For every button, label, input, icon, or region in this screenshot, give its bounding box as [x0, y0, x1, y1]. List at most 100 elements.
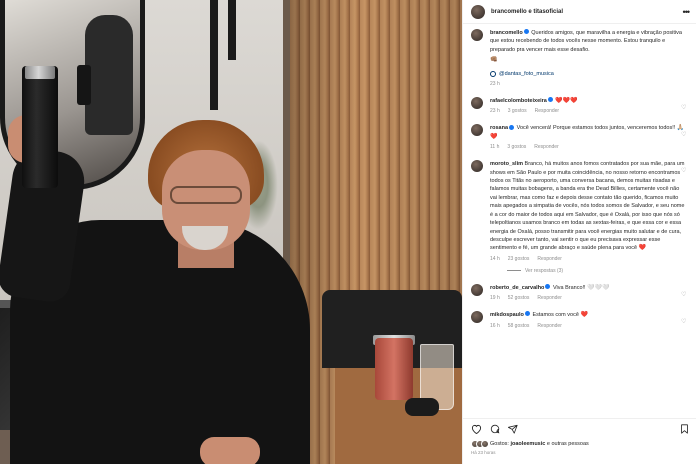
- comment-reply-button[interactable]: Responder: [537, 295, 561, 301]
- caption-username[interactable]: brancomello: [490, 30, 523, 36]
- comment-body: rafaelcolomboteixeira ❤️❤️❤️ 23 h 3 gost…: [490, 97, 686, 114]
- comment-likes[interactable]: 23 gostos: [508, 256, 530, 262]
- comment-like-icon[interactable]: ♡: [681, 319, 687, 325]
- comment-time: 19 h: [490, 295, 500, 302]
- author-names[interactable]: brancomello e titasoficial: [491, 9, 563, 15]
- likes-user[interactable]: joaoleemusic: [510, 441, 545, 447]
- photo-ashtray: [405, 398, 439, 416]
- caption-meta: 23 h: [490, 81, 686, 87]
- caption-emoji: 👊🏽: [490, 57, 498, 64]
- comment-body: roberto_de_carvalho Viva Branco!! 🤍🤍🤍 19…: [490, 284, 686, 301]
- comment-like-icon[interactable]: ♡: [681, 168, 687, 174]
- likes-suffix[interactable]: e outras pessoas: [547, 441, 589, 447]
- comments-list[interactable]: brancomello Queridos amigos, que maravil…: [463, 25, 696, 418]
- comment-avatar[interactable]: [471, 97, 483, 110]
- comment-reply-button[interactable]: Responder: [537, 256, 561, 262]
- comment-body: mikdospaulo Estamos com você ❤️ 16 h 58 …: [490, 311, 686, 329]
- share-icon[interactable]: [508, 424, 518, 437]
- comment-time: 16 h: [490, 322, 500, 329]
- comment-time: 14 h: [490, 255, 500, 262]
- caption-tag-row: @dantas_foto_musica: [490, 70, 686, 78]
- comment-hearts: ❤️: [638, 245, 647, 252]
- comment-text: Estamos com você: [532, 312, 579, 319]
- comment-body: rosana Você vencerá! Porque estamos todo…: [490, 124, 686, 150]
- comment-body: moroto_slim Branco, há muitos anos fomos…: [490, 160, 686, 261]
- post-actions: Gostos: joaoleemusic e outras pessoas Há…: [463, 418, 696, 464]
- caption-time: 23 h: [490, 81, 500, 88]
- photo-shelf-post: [228, 0, 236, 60]
- post-header: brancomello e titasoficial •••: [463, 0, 696, 24]
- comment-avatar[interactable]: [471, 283, 483, 296]
- comment-meta: 11 h 3 gostos Responder: [490, 144, 686, 150]
- likes-prefix: Gostos:: [490, 441, 509, 447]
- tag-icon: [490, 70, 496, 77]
- comment-like-icon[interactable]: ♡: [681, 132, 687, 138]
- comment: mikdospaulo Estamos com você ❤️ 16 h 58 …: [471, 311, 689, 329]
- comment-username[interactable]: moroto_slim: [490, 161, 523, 167]
- more-options-icon[interactable]: •••: [683, 7, 691, 17]
- verified-badge-icon: [509, 124, 515, 130]
- comment-username[interactable]: rosana: [490, 125, 508, 131]
- comment: moroto_slim Branco, há muitos anos fomos…: [471, 160, 689, 262]
- comment-avatar[interactable]: [471, 311, 483, 324]
- comment-meta: 19 h 52 gostos Responder: [490, 295, 686, 301]
- caption-avatar[interactable]: [471, 29, 483, 41]
- view-replies-button[interactable]: Ver respostas (3): [507, 268, 689, 274]
- action-icons: [471, 423, 689, 437]
- post-photo[interactable]: [0, 0, 462, 464]
- comment-meta: 16 h 58 gostos Responder: [490, 323, 686, 329]
- photo-mirror-bottle: [77, 65, 91, 105]
- author-avatar[interactable]: [471, 4, 485, 19]
- comment-like-icon[interactable]: ♡: [681, 105, 687, 111]
- heart-outline-icon[interactable]: [471, 424, 482, 437]
- comment-username[interactable]: mikdospaulo: [490, 312, 524, 318]
- comment-text: Viva Branco!!: [552, 284, 586, 291]
- comment-avatar[interactable]: [471, 124, 483, 137]
- photo-shelf-post: [210, 0, 218, 110]
- view-replies-label[interactable]: Ver respostas (3): [525, 268, 563, 274]
- photo-mirror-reflection: [85, 15, 133, 135]
- comment-likes[interactable]: 58 gostos: [508, 323, 530, 329]
- caption-body: brancomello Queridos amigos, que maravil…: [490, 29, 686, 87]
- likes-summary[interactable]: Gostos: joaoleemusic e outras pessoas: [471, 440, 689, 448]
- comment-hearts: ❤️: [580, 312, 588, 319]
- bookmark-icon[interactable]: [680, 423, 689, 437]
- comment: roberto_de_carvalho Viva Branco!! 🤍🤍🤍 19…: [471, 283, 689, 301]
- comment-username[interactable]: rafaelcolomboteixeira: [490, 98, 547, 104]
- comment-text: Você vencerá! Porque estamos todos junto…: [516, 125, 676, 132]
- comment-username[interactable]: roberto_de_carvalho: [490, 285, 544, 291]
- comment-likes[interactable]: 3 gostos: [508, 108, 527, 114]
- photo-lower-hand: [200, 437, 260, 464]
- likers-avatars: [471, 440, 489, 448]
- liker-avatar: [481, 440, 489, 448]
- comment-likes[interactable]: 52 gostos: [508, 295, 530, 301]
- comment-hearts: 🤍🤍🤍: [587, 284, 610, 291]
- verified-badge-icon: [523, 29, 529, 35]
- caption: brancomello Queridos amigos, que maravil…: [471, 29, 689, 87]
- comment-hearts: ❤️❤️❤️: [555, 98, 578, 105]
- comment: rosana Você vencerá! Porque estamos todo…: [471, 124, 689, 150]
- comment-time: 11 h: [490, 144, 500, 151]
- comment-reply-button[interactable]: Responder: [537, 323, 561, 329]
- replies-line: [507, 270, 521, 272]
- post-side-panel: brancomello e titasoficial ••• brancomel…: [462, 0, 696, 464]
- caption-tag[interactable]: @dantas_foto_musica: [499, 70, 554, 78]
- photo-bottle-cap: [25, 66, 55, 79]
- comment-text: Branco, há muitos anos fomos contratados…: [490, 161, 685, 252]
- comment-reply-button[interactable]: Responder: [535, 108, 559, 114]
- verified-badge-icon: [545, 284, 551, 290]
- verified-badge-icon: [524, 311, 530, 317]
- photo-bottle: [22, 66, 58, 188]
- comment-time: 23 h: [490, 108, 500, 115]
- comment-icon[interactable]: [490, 424, 500, 437]
- verified-badge-icon: [547, 97, 553, 103]
- comment-meta: 23 h 3 gostos Responder: [490, 108, 686, 114]
- comment-reply-button[interactable]: Responder: [534, 144, 558, 150]
- comment-like-icon[interactable]: ♡: [681, 292, 687, 298]
- comment: rafaelcolomboteixeira ❤️❤️❤️ 23 h 3 gost…: [471, 97, 689, 114]
- comment-meta: 14 h 23 gostos Responder: [490, 256, 686, 262]
- comment-avatar[interactable]: [471, 160, 483, 173]
- photo-mug: [375, 338, 413, 400]
- photo-glasses: [170, 186, 242, 204]
- comment-likes[interactable]: 3 gostos: [507, 144, 526, 150]
